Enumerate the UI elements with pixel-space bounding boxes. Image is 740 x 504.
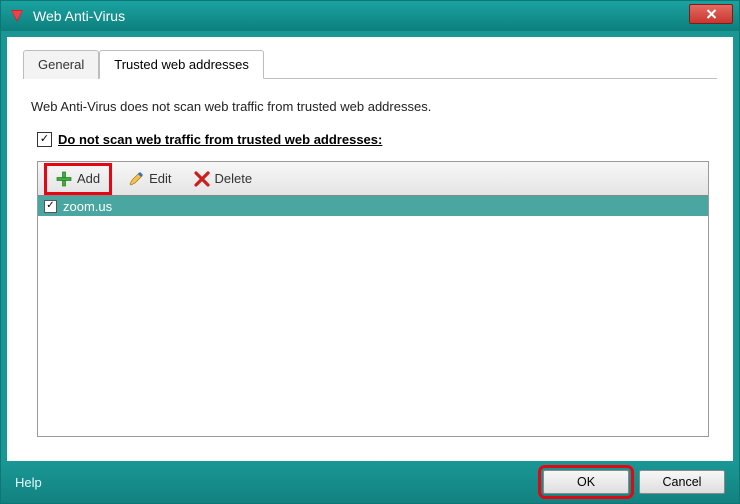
- window-frame: Web Anti-Virus General Trusted web addre…: [0, 0, 740, 504]
- add-button[interactable]: Add: [50, 167, 106, 191]
- list-item[interactable]: ✓ zoom.us: [38, 196, 708, 216]
- scan-toggle-label: Do not scan web traffic from trusted web…: [58, 132, 382, 147]
- x-icon: [194, 171, 210, 187]
- scan-toggle-row: ✓ Do not scan web traffic from trusted w…: [37, 132, 709, 147]
- window-title: Web Anti-Virus: [33, 8, 125, 24]
- delete-button[interactable]: Delete: [188, 167, 259, 191]
- add-label: Add: [77, 171, 100, 186]
- close-button[interactable]: [689, 4, 733, 24]
- edit-label: Edit: [149, 171, 171, 186]
- scan-toggle-checkbox[interactable]: ✓: [37, 132, 52, 147]
- list-item-checkbox[interactable]: ✓: [44, 200, 57, 213]
- add-highlight: Add: [44, 163, 112, 195]
- titlebar: Web Anti-Virus: [1, 1, 739, 31]
- tab-body: Web Anti-Virus does not scan web traffic…: [23, 79, 717, 445]
- tab-trusted-addresses[interactable]: Trusted web addresses: [99, 50, 264, 79]
- edit-button[interactable]: Edit: [122, 167, 177, 191]
- cancel-button[interactable]: Cancel: [639, 470, 725, 494]
- address-list-container: Add Edit: [37, 161, 709, 437]
- pencil-icon: [128, 171, 144, 187]
- plus-icon: [56, 171, 72, 187]
- delete-label: Delete: [215, 171, 253, 186]
- list-toolbar: Add Edit: [38, 162, 708, 196]
- help-link[interactable]: Help: [15, 475, 42, 490]
- tab-strip: General Trusted web addresses: [23, 49, 717, 79]
- ok-button[interactable]: OK: [543, 470, 629, 494]
- content-area: General Trusted web addresses Web Anti-V…: [7, 37, 733, 461]
- tab-general[interactable]: General: [23, 50, 99, 79]
- app-icon: [9, 8, 25, 24]
- footer-bar: Help OK Cancel: [1, 461, 739, 503]
- address-list[interactable]: ✓ zoom.us: [38, 196, 708, 436]
- list-item-value: zoom.us: [63, 199, 112, 214]
- description-text: Web Anti-Virus does not scan web traffic…: [31, 99, 709, 114]
